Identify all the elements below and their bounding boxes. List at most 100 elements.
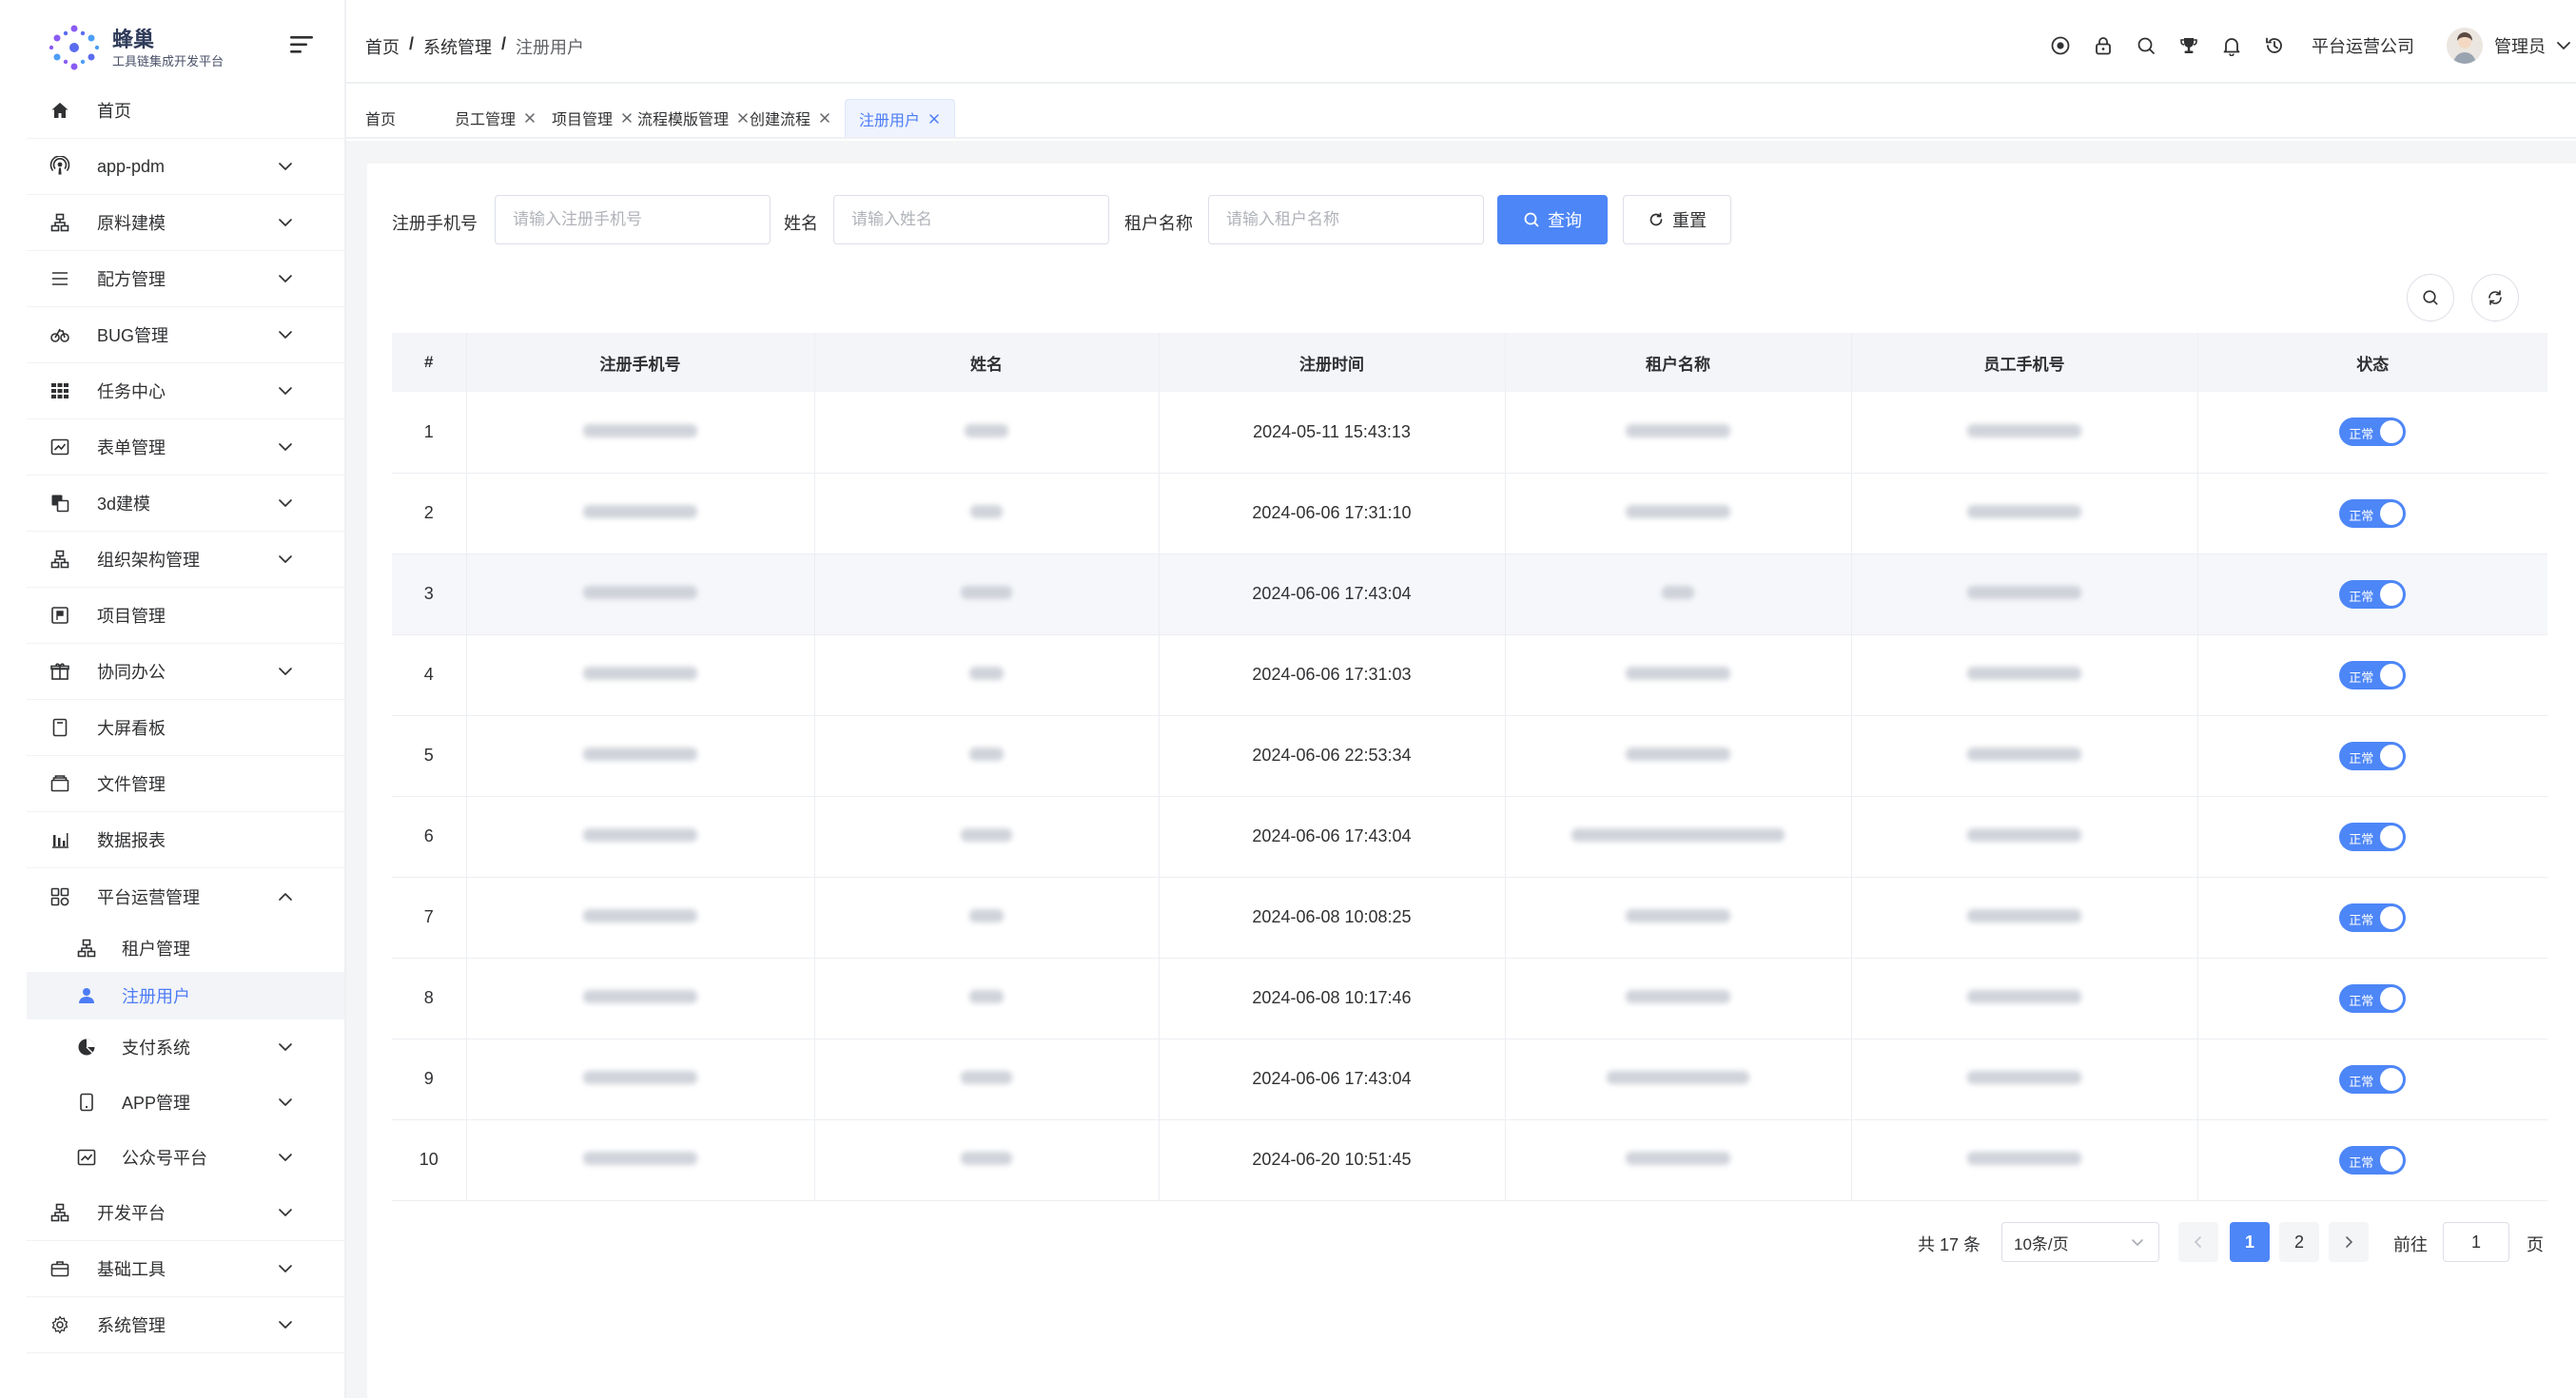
status-switch[interactable]: 正常: [2339, 498, 2407, 528]
sidebar-item-label: 平台运营管理: [97, 887, 200, 907]
breadcrumb-system[interactable]: 系统管理: [423, 34, 492, 59]
sidebar-item[interactable]: 大屏看板: [27, 700, 344, 756]
phone-search-input[interactable]: [495, 195, 771, 244]
avatar[interactable]: [2447, 28, 2483, 64]
sidebar-item[interactable]: 基础工具: [27, 1241, 344, 1297]
page-size-select[interactable]: 10条/页: [2001, 1222, 2159, 1262]
status-switch[interactable]: 正常: [2339, 579, 2407, 609]
sidebar-item[interactable]: 租户管理: [27, 924, 344, 972]
status-switch[interactable]: 正常: [2339, 903, 2407, 932]
table-row[interactable]: 4 2024-06-06 17:31:03 正常: [392, 634, 2547, 716]
redacted-tenant: [1626, 667, 1730, 680]
user-name[interactable]: 管理员: [2494, 33, 2546, 58]
briefcase-icon: [50, 1261, 69, 1277]
lock-icon[interactable]: [2093, 35, 2114, 56]
row-index: 7: [392, 877, 467, 959]
sidebar-item[interactable]: 数据报表: [27, 812, 344, 868]
sidebar-item[interactable]: 任务中心: [27, 363, 344, 419]
status-switch[interactable]: 正常: [2339, 983, 2407, 1013]
name-search-input[interactable]: [833, 195, 1109, 244]
table-row[interactable]: 3 2024-06-06 17:43:04 正常: [392, 553, 2547, 635]
next-page-button[interactable]: [2329, 1222, 2369, 1262]
org-switcher[interactable]: 平台运营公司: [2312, 33, 2414, 58]
table-row[interactable]: 6 2024-06-06 17:43:04 正常: [392, 796, 2547, 878]
tab-item[interactable]: 首页: [365, 99, 396, 137]
redacted-phone: [583, 667, 697, 680]
sidebar-item[interactable]: BUG管理: [27, 307, 344, 363]
sidebar-item[interactable]: 协同办公: [27, 644, 344, 700]
table-row[interactable]: 2 2024-06-06 17:31:10 正常: [392, 473, 2547, 554]
query-button[interactable]: 查询: [1497, 195, 1608, 244]
sidebar-item[interactable]: 注册用户: [27, 972, 344, 1019]
chevron-down-icon[interactable]: [2555, 37, 2572, 54]
sidebar-item[interactable]: 首页: [27, 83, 344, 139]
status-switch[interactable]: 正常: [2339, 1064, 2407, 1094]
sidebar-item[interactable]: 文件管理: [27, 756, 344, 812]
help-circle-icon[interactable]: [2050, 35, 2071, 56]
status-switch[interactable]: 正常: [2339, 822, 2407, 851]
status-switch-label: 正常: [2349, 1155, 2374, 1170]
status-switch[interactable]: 正常: [2339, 660, 2407, 689]
goto-page-input[interactable]: [2443, 1222, 2509, 1262]
tab-item[interactable]: 流程模版管理: [637, 99, 750, 137]
status-switch[interactable]: 正常: [2339, 741, 2407, 770]
close-icon[interactable]: [523, 111, 537, 125]
close-icon[interactable]: [620, 111, 634, 125]
sidebar-item[interactable]: 支付系统: [27, 1019, 344, 1075]
sidebar-item[interactable]: 系统管理: [27, 1297, 344, 1353]
page-button-2[interactable]: 2: [2279, 1222, 2319, 1262]
row-index: 1: [392, 392, 467, 474]
tab-item[interactable]: 项目管理: [552, 99, 634, 137]
table-row[interactable]: 1 2024-05-11 15:43:13 正常: [392, 392, 2547, 474]
podcast-icon: [49, 156, 70, 175]
history-icon[interactable]: [2264, 35, 2285, 56]
reset-button[interactable]: 重置: [1623, 195, 1731, 244]
menu-fold-icon[interactable]: [288, 32, 317, 57]
close-icon[interactable]: [818, 111, 831, 125]
sidebar-item-label: 支付系统: [122, 1039, 190, 1058]
tab-item[interactable]: 创建流程: [750, 99, 831, 137]
tab-item[interactable]: 注册用户: [845, 99, 956, 137]
sidebar-item[interactable]: 3d建模: [27, 476, 344, 532]
sidebar-item[interactable]: app-pdm: [27, 139, 344, 195]
sidebar-item[interactable]: 原料建模: [27, 195, 344, 251]
status-switch[interactable]: 正常: [2339, 417, 2407, 447]
phone-cell: [466, 877, 815, 959]
table-row[interactable]: 7 2024-06-08 10:08:25 正常: [392, 877, 2547, 959]
sidebar-item[interactable]: 开发平台: [27, 1185, 344, 1241]
table-row[interactable]: 5 2024-06-06 22:53:34 正常: [392, 715, 2547, 797]
sidebar-item[interactable]: 项目管理: [27, 588, 344, 644]
page-button-1[interactable]: 1: [2230, 1222, 2270, 1262]
bell-icon[interactable]: [2221, 35, 2242, 56]
redacted-name: [961, 1152, 1012, 1165]
status-switch[interactable]: 正常: [2339, 1145, 2407, 1175]
sidebar-item[interactable]: 平台运营管理: [27, 868, 344, 924]
sidebar-item[interactable]: 组织架构管理: [27, 532, 344, 588]
toggle-search-button[interactable]: [2407, 274, 2454, 321]
employee-phone-cell: [1851, 553, 2198, 635]
close-icon[interactable]: [927, 112, 941, 126]
chevron-down-icon: [279, 1265, 292, 1272]
sidebar-item[interactable]: 配方管理: [27, 251, 344, 307]
table-row[interactable]: 10 2024-06-20 10:51:45 正常: [392, 1119, 2547, 1201]
refresh-icon: [2488, 290, 2502, 305]
close-icon[interactable]: [736, 111, 750, 125]
trophy-icon[interactable]: [2178, 35, 2199, 56]
sidebar-item-label: 任务中心: [97, 382, 166, 401]
table-row[interactable]: 8 2024-06-08 10:17:46 正常: [392, 958, 2547, 1039]
sidebar-item[interactable]: 表单管理: [27, 419, 344, 476]
register-time-cell: 2024-06-06 17:31:10: [1159, 473, 1506, 554]
table-row[interactable]: 9 2024-06-06 17:43:04 正常: [392, 1039, 2547, 1120]
tab-label: 流程模版管理: [637, 112, 730, 128]
switch-knob: [2380, 420, 2404, 444]
tab-item[interactable]: 员工管理: [455, 99, 537, 137]
prev-page-button[interactable]: [2178, 1222, 2218, 1262]
refresh-table-button[interactable]: [2471, 274, 2519, 321]
sidebar-item[interactable]: APP管理: [27, 1075, 344, 1130]
search-icon[interactable]: [2136, 35, 2156, 56]
tenant-search-input[interactable]: [1208, 195, 1484, 244]
employee-phone-cell: [1851, 877, 2198, 959]
sidebar-item[interactable]: 公众号平台: [27, 1130, 344, 1185]
status-switch-label: 正常: [2349, 589, 2374, 604]
breadcrumb-home[interactable]: 首页: [365, 34, 400, 59]
